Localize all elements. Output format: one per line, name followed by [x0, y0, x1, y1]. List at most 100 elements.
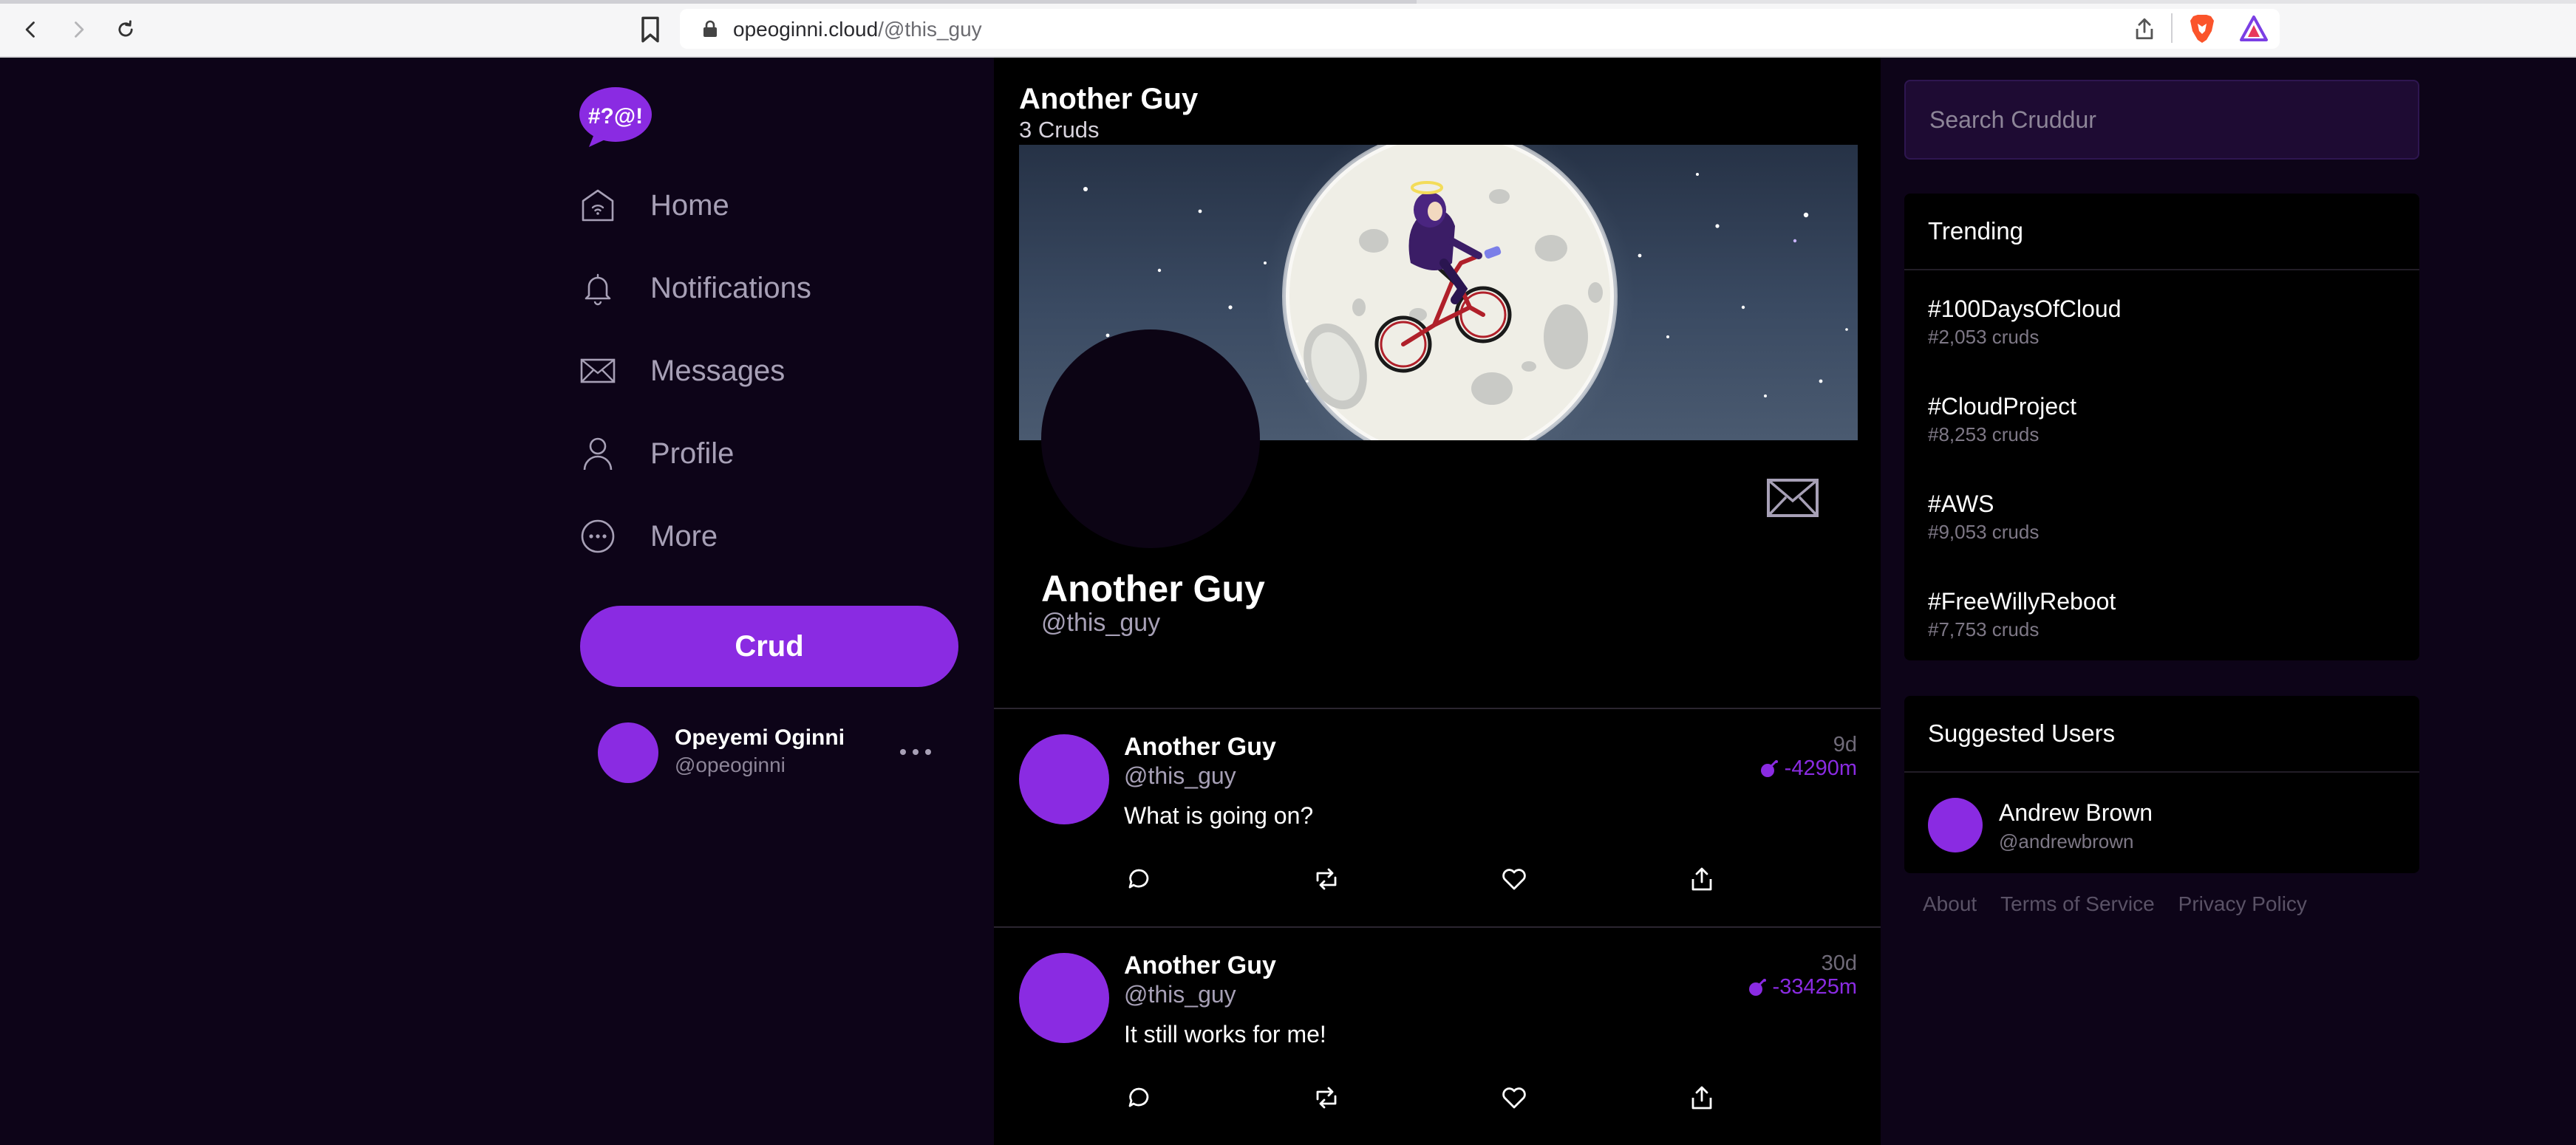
browser-toolbar: opeoginni.cloud/@this_guy	[0, 0, 2576, 58]
post-expiry: -4290m	[1759, 756, 1857, 781]
profile-header-title: Another Guy	[1019, 83, 1199, 115]
brave-shields-button[interactable]	[2187, 13, 2217, 44]
account-more-button[interactable]	[900, 741, 931, 763]
share-icon	[2136, 18, 2153, 40]
suggested-user[interactable]: Andrew Brown @andrewbrown	[1904, 773, 2419, 873]
like-button[interactable]	[1499, 1083, 1529, 1112]
sidebar-item-label: Messages	[650, 354, 786, 387]
person-icon	[579, 434, 617, 473]
cruddur-logo[interactable]: #?@!	[579, 85, 652, 148]
home-icon	[579, 186, 617, 225]
heart-icon	[1502, 869, 1526, 890]
trend-tag: #FreeWillyReboot	[1928, 588, 2116, 615]
suggested-users-title: Suggested Users	[1904, 696, 2419, 773]
trend-count: #8,253 cruds	[1928, 423, 2040, 445]
reply-button[interactable]	[1124, 864, 1154, 894]
profile-cruds-count: 3 Cruds	[1019, 117, 1100, 143]
reload-button[interactable]	[111, 15, 140, 44]
post-avatar[interactable]	[1019, 734, 1109, 824]
post-expiry-text: -33425m	[1772, 975, 1857, 999]
trending-panel: Trending #100DaysOfCloud #2,053 cruds #C…	[1904, 194, 2419, 660]
rewards-triangle-icon	[2240, 16, 2268, 41]
profile-name: Another Guy	[1041, 568, 1265, 609]
post-author-name[interactable]: Another Guy	[1124, 951, 1276, 980]
suggested-users-panel: Suggested Users Andrew Brown @andrewbrow…	[1904, 696, 2419, 873]
repost-button[interactable]	[1312, 864, 1341, 894]
trend-tag: #CloudProject	[1928, 393, 2076, 420]
post-body: It still works for me!	[1124, 1021, 1326, 1047]
main-feed: Another Guy 3 Cruds Another Guy @this_gu…	[994, 58, 1881, 1145]
repost-icon	[1316, 868, 1337, 890]
trend-item[interactable]: #CloudProject #8,253 cruds	[1904, 368, 2419, 465]
post-author-handle: @this_guy	[1124, 762, 1236, 789]
crud-button[interactable]: Crud	[580, 606, 958, 687]
about-link[interactable]: About	[1923, 892, 1977, 916]
search-input[interactable]	[1906, 81, 2418, 158]
share-icon	[1691, 867, 1712, 891]
envelope-icon	[1767, 479, 1819, 517]
ellipsis-dot	[913, 749, 919, 755]
url-text: opeoginni.cloud/@this_guy	[733, 18, 982, 41]
reply-icon	[1128, 1087, 1149, 1107]
post-timestamp: 30d	[1821, 951, 1857, 975]
heart-icon	[1502, 1087, 1526, 1109]
privacy-link[interactable]: Privacy Policy	[2178, 892, 2307, 916]
sidebar-item-label: Notifications	[650, 271, 811, 304]
bookmark-button[interactable]	[637, 15, 664, 44]
browser-share-button[interactable]	[2132, 16, 2157, 41]
reply-button[interactable]	[1124, 1083, 1154, 1112]
trending-title: Trending	[1904, 194, 2419, 270]
bell-icon	[579, 269, 617, 307]
sidebar-item-more[interactable]: More	[579, 507, 933, 566]
repost-button[interactable]	[1312, 1083, 1341, 1112]
trend-item[interactable]: #100DaysOfCloud #2,053 cruds	[1904, 270, 2419, 368]
logo-text: #?@!	[588, 104, 643, 129]
sidebar-item-messages[interactable]: Messages	[579, 341, 933, 400]
post-author-handle: @this_guy	[1124, 981, 1236, 1008]
post-timestamp: 9d	[1833, 733, 1857, 756]
post-author-name[interactable]: Another Guy	[1124, 733, 1276, 762]
address-bar[interactable]: opeoginni.cloud/@this_guy	[680, 9, 2280, 49]
sidebar-item-label: Profile	[650, 437, 735, 470]
forward-button[interactable]	[64, 15, 93, 44]
sidebar-item-home[interactable]: Home	[579, 176, 933, 235]
sidebar-item-notifications[interactable]: Notifications	[579, 259, 933, 318]
terms-link[interactable]: Terms of Service	[2000, 892, 2155, 916]
envelope-icon	[579, 352, 617, 390]
post[interactable]: Another Guy @this_guy It still works for…	[994, 928, 1881, 1145]
like-button[interactable]	[1499, 864, 1529, 894]
post[interactable]: Another Guy @this_guy What is going on? …	[994, 709, 1881, 927]
trend-count: #2,053 cruds	[1928, 326, 2040, 348]
speech-bubble-logo-icon: #?@!	[579, 87, 652, 147]
bookmark-icon	[641, 16, 659, 43]
bomb-icon	[1748, 978, 1766, 996]
share-button[interactable]	[1687, 1083, 1717, 1112]
forward-arrow-icon	[75, 21, 84, 38]
back-button[interactable]	[16, 15, 46, 44]
brave-rewards-button[interactable]	[2239, 15, 2269, 43]
ellipsis-icon	[900, 749, 906, 755]
trend-item[interactable]: #FreeWillyReboot #7,753 cruds	[1904, 563, 2419, 660]
bomb-icon	[1760, 759, 1778, 777]
account-avatar[interactable]	[598, 722, 658, 783]
post-expiry-text: -4290m	[1784, 756, 1857, 780]
share-button[interactable]	[1687, 864, 1717, 894]
message-user-button[interactable]	[1766, 477, 1819, 519]
lock-icon	[703, 20, 717, 37]
trend-item[interactable]: #AWS #9,053 cruds	[1904, 465, 2419, 563]
reload-icon	[118, 20, 133, 37]
url-domain: opeoginni.cloud	[733, 18, 879, 41]
trend-tag: #100DaysOfCloud	[1928, 295, 2122, 322]
more-circle-icon	[579, 517, 617, 556]
reply-icon	[1128, 869, 1149, 889]
trend-tag: #AWS	[1928, 491, 1994, 517]
post-avatar[interactable]	[1019, 953, 1109, 1043]
search-box	[1904, 80, 2419, 160]
back-arrow-icon	[25, 21, 35, 38]
avatar[interactable]	[1928, 798, 1983, 852]
sidebar-item-profile[interactable]: Profile	[579, 424, 933, 483]
post-expiry: -33425m	[1748, 975, 1857, 999]
account-name: Opeyemi Oginni	[675, 725, 845, 750]
share-icon	[1691, 1086, 1712, 1110]
page-load-progress	[0, 0, 2576, 4]
